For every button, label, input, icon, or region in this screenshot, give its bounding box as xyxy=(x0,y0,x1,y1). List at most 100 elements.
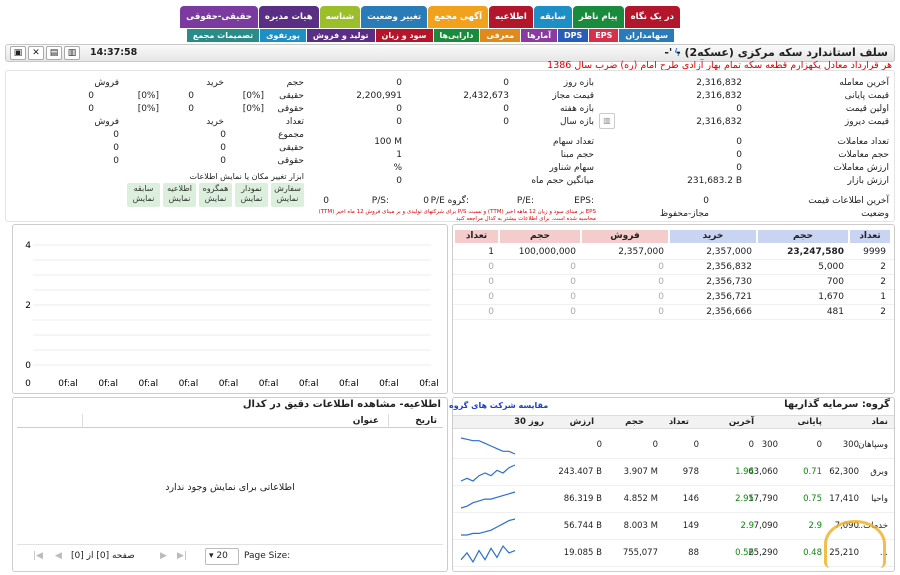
tab-7[interactable]: هیات مدیره xyxy=(258,6,319,28)
tab-4[interactable]: آگهی مجمع xyxy=(428,6,489,28)
group-col-3[interactable]: تعداد xyxy=(669,417,689,427)
value-trade-value: 0 xyxy=(736,163,742,173)
tool-button-sublabel: نمایش xyxy=(276,194,299,203)
order-book-col-0: تعداد xyxy=(850,230,890,243)
tabs-row-2: سهامداران EPS DPS آمارها معرفی دارایی‌ها سود و… xyxy=(186,29,680,42)
intraday-chart[interactable]: 4 2 0 0 0f:al 0f:al 0f:al 0f:al 0f:al 0f:al 0f:al 0… xyxy=(13,225,447,393)
group-cell-lchg: 2.95 xyxy=(735,494,754,504)
group-row[interactable]: وسپاهان 300 0 300 0 0 0 0 xyxy=(453,432,894,459)
subtab-4[interactable]: معرفی xyxy=(480,29,521,42)
label-year-range: بازه سال xyxy=(560,117,594,127)
tool-button-label: نمودار xyxy=(241,184,262,193)
group-col-5[interactable]: ارزش xyxy=(570,417,594,427)
client-header-sell-2: فروش xyxy=(94,117,119,127)
order-book-row[interactable]: 1 1,670 2,356,721 0 0 0 xyxy=(453,290,894,305)
subtab-0[interactable]: سهامداران xyxy=(619,29,674,42)
client-header-volume: حجم xyxy=(286,78,304,88)
top-tabs: در یک نگاه پیام ناظر سابقه اطلاعیه آگهی مجمع… xyxy=(180,6,680,44)
chart-icon[interactable]: ▥ xyxy=(64,46,80,60)
label-yesterday-price: قیمت دیروز xyxy=(844,117,889,127)
tool-button-label: همگروه xyxy=(202,184,229,193)
page-size-select[interactable]: ▾ 20 xyxy=(205,548,239,565)
group-cell-fchg: 0.71 xyxy=(803,467,822,477)
tool-button-sublabel: نمایش xyxy=(204,194,227,203)
order-book-cell: 0 xyxy=(658,307,664,317)
tool-button-3[interactable]: اطلاعیه نمایش xyxy=(163,183,196,207)
order-book-cell: 2 xyxy=(880,307,886,317)
order-book-row[interactable]: 2 5,000 2,356,832 0 0 0 xyxy=(453,260,894,275)
tab-6[interactable]: شناسه xyxy=(319,6,361,28)
x-tick-label: 0f:al xyxy=(299,379,319,389)
subtab-3[interactable]: آمارها xyxy=(521,29,557,42)
value-avg-month-volume: 0 xyxy=(396,176,402,186)
tool-button-2[interactable]: همگروه نمایش xyxy=(199,183,232,207)
x-tick-label: 0f:al xyxy=(98,379,118,389)
group-col-1[interactable]: پایانی xyxy=(797,417,822,427)
group-cell-value: 86.319 B xyxy=(563,494,602,504)
subtab-9[interactable]: تصمیمات مجمع xyxy=(186,29,260,42)
subtab-8[interactable]: پورتفوی xyxy=(260,29,306,42)
group-col-2[interactable]: آخرین xyxy=(729,417,754,427)
subtab-2[interactable]: DPS xyxy=(557,29,589,42)
client-total-buy: 0 xyxy=(220,130,226,140)
tab-8[interactable]: حقیقی-حقوقی xyxy=(180,6,258,28)
group-cell-lchg: 1.94 xyxy=(735,467,754,477)
group-cell-count: 978 xyxy=(682,467,699,477)
tab-2[interactable]: سابقه xyxy=(533,6,572,28)
order-book-col-5: تعداد xyxy=(455,230,498,243)
group-cell-lchg: 0.56 xyxy=(735,548,754,558)
value-final-price: 2,316,832 xyxy=(696,91,742,101)
tools-icon[interactable]: ✕ xyxy=(28,46,44,60)
order-book-row[interactable]: 2 700 2,356,730 0 0 0 xyxy=(453,275,894,290)
tab-0[interactable]: در یک نگاه xyxy=(624,6,680,28)
first-page-icon[interactable]: |◀ xyxy=(33,551,43,561)
x-tick-label: 0f:al xyxy=(419,379,439,389)
value-state: مجاز-محفوظ xyxy=(659,209,709,219)
label-group-pe: P/E گروه: xyxy=(430,196,469,206)
news-col-title[interactable]: عنوان xyxy=(353,416,379,426)
tab-3[interactable]: اطلاعیه xyxy=(489,6,533,28)
table-icon[interactable]: ▤ xyxy=(46,46,62,60)
prev-page-icon[interactable]: ◀ xyxy=(55,551,62,561)
print-icon[interactable]: ▣ xyxy=(10,46,26,60)
order-book-cell: 0 xyxy=(488,307,494,317)
order-book-cell: 2,356,832 xyxy=(706,262,752,272)
value-yesterday-price: 2,316,832 xyxy=(696,117,742,127)
tool-button-1[interactable]: نمودار نمایش xyxy=(235,183,268,207)
order-book-cell: 0 xyxy=(488,262,494,272)
client-header-count: تعداد xyxy=(285,117,304,127)
group-col-4[interactable]: حجم xyxy=(625,417,644,427)
tool-button-4[interactable]: سابقه نمایش xyxy=(127,183,160,207)
label-ps: P/S: xyxy=(371,196,389,206)
client-label-real-2: حقیقی xyxy=(279,143,304,153)
news-col-date[interactable]: تاریخ xyxy=(415,416,437,426)
compare-group-link[interactable]: مقایسه شرکت های گروه xyxy=(449,401,548,410)
client-legal-buy-pct: [0%] xyxy=(242,104,264,114)
group-row[interactable]: وبرق 62,300 0.71 63,060 1.94 978 3.907 M 243.40… xyxy=(453,459,894,486)
subtab-7[interactable]: تولید و فروش xyxy=(306,29,375,42)
group-col-0[interactable]: نماد xyxy=(872,417,888,427)
chart-panel: 4 2 0 0 0f:al 0f:al 0f:al 0f:al 0f:al 0f:al 0f:al 0… xyxy=(12,224,448,394)
order-book-cell: 9999 xyxy=(863,247,886,257)
subtab-6[interactable]: سود و زیان xyxy=(375,29,433,42)
group-row[interactable]: واحیا 17,410 0.75 17,790 2.95 146 4.852 M 86.31… xyxy=(453,486,894,513)
tool-button-0[interactable]: سفارش نمایش xyxy=(271,183,304,207)
tab-1[interactable]: پیام ناظر xyxy=(572,6,624,28)
value-trade-volume: 0 xyxy=(736,150,742,160)
order-book-col-3: فروش xyxy=(582,230,668,243)
range-chart-icon[interactable]: ▥ xyxy=(599,113,615,129)
next-page-icon[interactable]: ▶ xyxy=(160,551,167,561)
value-last-price-info: 0 xyxy=(703,196,709,206)
col-divider xyxy=(82,414,83,428)
last-page-icon[interactable]: ▶| xyxy=(177,551,187,561)
news-pager: |◀ ◀ صفحه [0] از [0] ▶ ▶| ▾ 20 Page Size… xyxy=(17,544,443,568)
group-col-6[interactable]: 30 روز xyxy=(514,417,544,427)
subtab-5[interactable]: دارایی‌ها xyxy=(433,29,480,42)
subtab-1[interactable]: EPS xyxy=(589,29,619,42)
order-book-row[interactable]: 9999 23,247,580 2,357,000 2,357,000 100,000,… xyxy=(453,245,894,260)
sparkline-path xyxy=(460,464,516,482)
order-book-row[interactable]: 2 481 2,356,666 0 0 0 xyxy=(453,305,894,320)
value-float-shares: % xyxy=(393,163,402,173)
tab-5[interactable]: تغییر وضعیت xyxy=(361,6,428,28)
client-legal-sell: 0 xyxy=(88,104,94,114)
